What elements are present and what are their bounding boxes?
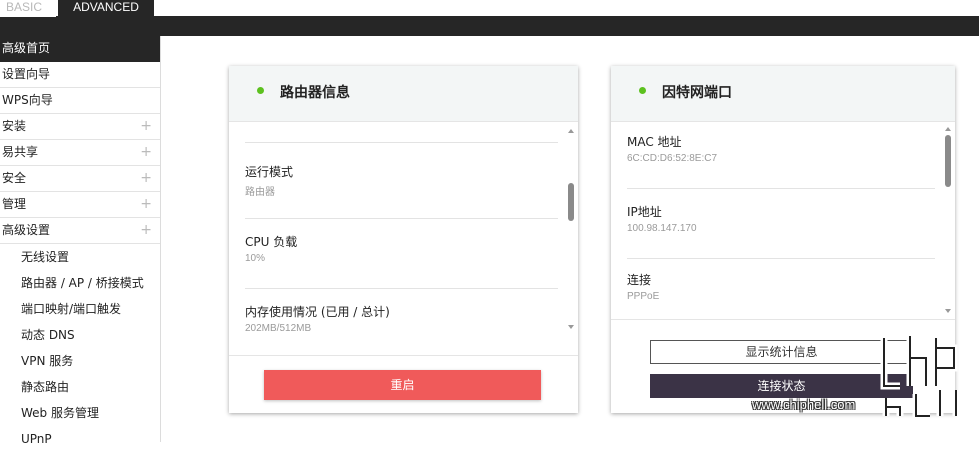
sidebar-item-administration[interactable]: 管理 + (0, 192, 160, 218)
field-mac-address: MAC 地址 6C:CD:D6:52:8E:C7 (627, 133, 935, 189)
expand-plus-icon: + (140, 222, 152, 238)
sidebar-subitem-web-services[interactable]: Web 服务管理 (0, 400, 160, 426)
field-label: MAC 地址 (627, 135, 682, 149)
sidebar-subitem-static-routes[interactable]: 静态路由 (0, 374, 160, 400)
field-label: 运行模式 (245, 165, 294, 179)
tab-basic[interactable]: BASIC (0, 0, 56, 17)
expand-plus-icon: + (140, 144, 152, 160)
mode-tabs: BASIC ADVANCED (0, 0, 979, 18)
field-operation-mode: 运行模式 路由器 (245, 163, 558, 219)
sidebar-subitem-port-forwarding[interactable]: 端口映射/端口触发 (0, 296, 160, 322)
scrollbar-thumb[interactable] (945, 135, 951, 187)
field-label: 连接 (627, 273, 652, 287)
sidebar-subitem-vpn[interactable]: VPN 服务 (0, 348, 160, 374)
internet-port-scroll-area[interactable]: MAC 地址 6C:CD:D6:52:8E:C7 IP地址 100.98.147… (611, 123, 955, 319)
status-dot-icon (639, 87, 646, 94)
card-header: 路由器信息 (229, 66, 578, 122)
scroll-up-icon[interactable] (945, 127, 951, 131)
sidebar-item-label: 设置向导 (2, 67, 51, 81)
router-info-card: 路由器信息 运行模式 路由器 CPU 负载 10% 内存使用情况 (已用 / 总… (229, 66, 578, 413)
card-footer: 重启 (229, 355, 578, 413)
chiphell-logo-icon (880, 336, 960, 418)
field-cpu-load: CPU 负载 10% (245, 233, 558, 289)
tab-advanced[interactable]: ADVANCED (58, 0, 154, 18)
field-connection: 连接 PPPoE (627, 271, 935, 319)
sidebar-subitem-upnp[interactable]: UPnP (0, 426, 160, 452)
field-memory-usage: 内存使用情况 (已用 / 总计) 202MB/512MB (245, 303, 558, 355)
scroll-down-icon[interactable] (568, 325, 574, 329)
sidebar-item-wps-wizard[interactable]: WPS向导 (0, 88, 160, 114)
card-title: 因特网端口 (662, 85, 732, 101)
expand-plus-icon: + (140, 196, 152, 212)
show-statistics-button[interactable]: 显示统计信息 (650, 340, 913, 364)
sidebar-item-setup-wizard[interactable]: 设置向导 (0, 62, 160, 88)
sidebar-item-advanced-setup[interactable]: 高级设置 + (0, 218, 160, 244)
field-label: 内存使用情况 (已用 / 总计) (245, 305, 390, 319)
field-ip-address: IP地址 100.98.147.170 (627, 203, 935, 259)
main-content: 路由器信息 运行模式 路由器 CPU 负载 10% 内存使用情况 (已用 / 总… (162, 36, 979, 442)
card-header: 因特网端口 (611, 66, 955, 122)
sidebar-subitem-ddns[interactable]: 动态 DNS (0, 322, 160, 348)
sidebar-item-label: WPS向导 (2, 93, 53, 107)
scrollbar-thumb[interactable] (568, 183, 574, 221)
field-value: 10% (245, 253, 266, 264)
status-dot-icon (257, 87, 264, 94)
sidebar-item-setup[interactable]: 安装 + (0, 114, 160, 140)
expand-plus-icon: + (140, 170, 152, 186)
field-value: 路由器 (245, 187, 275, 198)
connection-status-button[interactable]: 连接状态 (650, 374, 913, 398)
field-label: CPU 负载 (245, 235, 298, 249)
sidebar: 高级首页 设置向导 WPS向导 安装 + 易共享 + 安全 + 管理 + 高级设… (0, 36, 161, 446)
watermark-url: www.chiphell.com (752, 397, 856, 412)
reboot-button[interactable]: 重启 (264, 370, 541, 400)
sidebar-item-label: 易共享 (2, 145, 39, 159)
scroll-up-icon[interactable] (568, 129, 574, 133)
sidebar-subitem-wireless[interactable]: 无线设置 (0, 244, 160, 270)
scroll-down-icon[interactable] (945, 309, 951, 313)
router-info-scroll-area[interactable]: 运行模式 路由器 CPU 负载 10% 内存使用情况 (已用 / 总计) 202… (229, 123, 578, 355)
field-label: IP地址 (627, 205, 662, 219)
sidebar-item-easy-share[interactable]: 易共享 + (0, 140, 160, 166)
expand-plus-icon: + (140, 118, 152, 134)
field-value: 202MB/512MB (245, 323, 312, 334)
sidebar-item-label: 安装 (2, 119, 27, 133)
card-title: 路由器信息 (280, 85, 350, 101)
field-value: PPPoE (627, 291, 660, 302)
field-hidden-top (245, 123, 558, 143)
sidebar-item-advanced-home[interactable]: 高级首页 (0, 36, 160, 62)
field-value: 6C:CD:D6:52:8E:C7 (627, 153, 718, 164)
sidebar-item-security[interactable]: 安全 + (0, 166, 160, 192)
sidebar-item-label: 安全 (2, 171, 27, 185)
sidebar-item-label: 管理 (2, 197, 27, 211)
sidebar-item-label: 高级首页 (2, 41, 51, 55)
sidebar-subitem-router-ap-bridge[interactable]: 路由器 / AP / 桥接模式 (0, 270, 160, 296)
sidebar-item-label: 高级设置 (2, 223, 51, 237)
field-value: 100.98.147.170 (627, 223, 697, 234)
